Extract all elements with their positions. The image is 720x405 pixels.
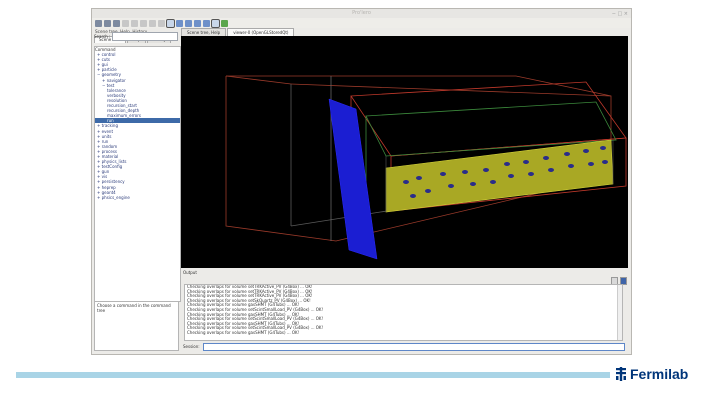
output-console[interactable]: Checking overlaps for volume setTRKActiv… xyxy=(184,284,623,341)
plate-hole xyxy=(448,184,454,188)
plate-hole xyxy=(462,170,468,174)
plate-hole xyxy=(504,162,510,166)
tab-viewer-0[interactable]: viewer-0 (OpenGLStoredQt) xyxy=(227,28,295,36)
title-bar: Pro'lero − □ × xyxy=(92,9,631,18)
session-label: Session: xyxy=(183,344,200,349)
command-tree[interactable]: Command + control + cuts + gui + particle − … xyxy=(94,46,181,302)
plate-hole xyxy=(416,176,422,180)
output-label: Output xyxy=(183,270,197,275)
output-scrollbar[interactable] xyxy=(617,285,622,340)
plate-hole xyxy=(490,180,496,184)
viewer-tabs: Scene tree, Help viewer-0 (OpenGLStoredQ… xyxy=(181,28,631,36)
tree-item[interactable]: + phsics_engine xyxy=(95,195,180,200)
application-window: Pro'lero − □ × Scene tree, Help, History… xyxy=(91,8,632,355)
ortho-icon[interactable] xyxy=(211,18,220,28)
settings-icon[interactable] xyxy=(122,19,129,27)
footer-bar xyxy=(16,372,610,378)
plate-hole xyxy=(523,160,529,164)
wireframe-edge xyxy=(225,75,292,85)
plate-hole xyxy=(528,172,534,176)
plate-hole xyxy=(410,194,416,198)
open-file-icon[interactable] xyxy=(95,19,102,27)
tab-scene-tree-help[interactable]: Scene tree, Help xyxy=(181,28,227,36)
detector-scene xyxy=(225,75,627,260)
wireframe-icon[interactable] xyxy=(176,19,183,27)
plate-hole xyxy=(508,174,514,178)
detector-plate xyxy=(385,139,614,213)
run-icon[interactable] xyxy=(221,19,228,27)
move-icon[interactable] xyxy=(140,19,147,27)
3d-viewer[interactable] xyxy=(181,36,628,268)
plate-hole xyxy=(543,156,549,160)
fermilab-logo: Fermilab xyxy=(614,366,688,382)
save-icon[interactable] xyxy=(104,19,111,27)
fermilab-text: Fermilab xyxy=(630,366,689,382)
plate-hole xyxy=(483,168,489,172)
session-input[interactable] xyxy=(202,342,625,351)
plate-hole xyxy=(425,189,431,193)
plate-hole xyxy=(564,152,570,156)
search-row: Search : xyxy=(94,32,178,41)
surface-icon[interactable] xyxy=(203,19,210,27)
plate-hole xyxy=(588,162,594,166)
perspective-icon[interactable] xyxy=(166,18,175,28)
plate-hole xyxy=(403,180,409,184)
plate-hole xyxy=(600,146,606,150)
plate-hole xyxy=(440,172,446,176)
rotate-icon[interactable] xyxy=(131,19,138,27)
zoom-in-icon[interactable] xyxy=(149,19,156,27)
plate-hole xyxy=(602,160,608,164)
fermilab-icon xyxy=(616,367,626,381)
plate-hole xyxy=(470,182,476,186)
toolbar xyxy=(92,18,631,28)
search-input[interactable] xyxy=(112,32,178,41)
plate-hole xyxy=(583,149,589,153)
help-box: Choose a command in the command tree xyxy=(94,301,179,351)
session-row: Session: xyxy=(183,342,625,351)
solid-icon[interactable] xyxy=(185,19,192,27)
print-icon[interactable] xyxy=(113,19,120,27)
window-title: Pro'lero xyxy=(352,10,371,16)
output-line: Checking overlaps for volume gasSHMT (G4… xyxy=(187,329,300,335)
search-label: Search : xyxy=(94,34,111,39)
hidden-line-icon[interactable] xyxy=(194,19,201,27)
zoom-out-icon[interactable] xyxy=(158,19,165,27)
plate-hole xyxy=(548,168,554,172)
plate-hole xyxy=(568,164,574,168)
